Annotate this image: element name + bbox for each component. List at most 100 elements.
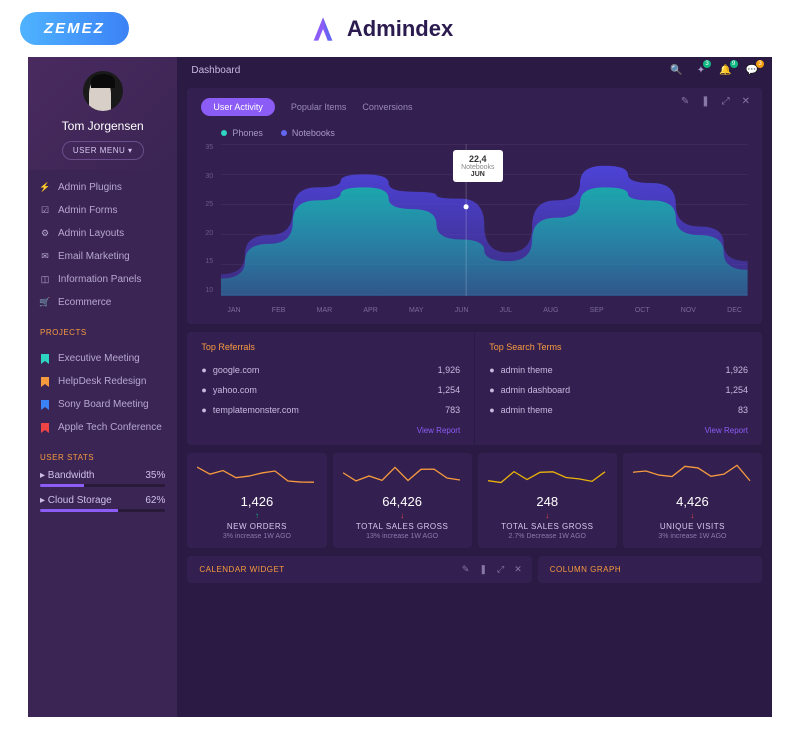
project-sony-board-meeting[interactable]: Sony Board Meeting: [28, 393, 177, 416]
sidebar-item-label: Admin Forms: [58, 205, 117, 216]
y-tick: 10: [205, 287, 213, 294]
stat-cloud-storage: ▸ Cloud Storage62%: [28, 491, 177, 516]
drop-icon[interactable]: ❚: [701, 96, 709, 107]
referrals-title: Top Referrals: [201, 342, 460, 352]
list-item[interactable]: ●google.com1,926: [201, 360, 460, 380]
stat-label: UNIQUE VISITS: [633, 522, 752, 531]
trend-arrow-icon: ↑: [197, 511, 316, 520]
x-tick: OCT: [635, 307, 650, 314]
trend-arrow-icon: ↓: [488, 511, 607, 520]
userstats-heading: USER STATS: [28, 445, 177, 466]
top-search-terms: Top Search Terms ●admin theme1,926●admin…: [474, 332, 762, 445]
brand-bar: ZEMEZ Admindex: [0, 0, 800, 57]
close-icon[interactable]: ✕: [514, 564, 522, 575]
close-icon[interactable]: ✕: [742, 96, 750, 107]
sidebar-item-email-marketing[interactable]: ✉ Email Marketing: [28, 245, 177, 268]
bookmark-icon: [40, 400, 50, 410]
stat-value: 248: [488, 494, 607, 509]
sidebar-item-label: Email Marketing: [58, 251, 130, 262]
badge: 3: [756, 60, 764, 68]
stat-label: ▸ Bandwidth: [40, 470, 95, 481]
stat-card-total-sales-gross[interactable]: 248 ↓ TOTAL SALES GROSS 2.7% Decrease 1W…: [478, 453, 617, 548]
sidebar-item-admin-plugins[interactable]: ⚡ Admin Plugins: [28, 176, 177, 199]
tab-conversions[interactable]: Conversions: [362, 102, 412, 112]
sidebar-item-label: Information Panels: [58, 274, 141, 285]
project-label: Executive Meeting: [58, 353, 140, 364]
sidebar-item-admin-forms[interactable]: ☑ Admin Forms: [28, 199, 177, 222]
y-tick: 30: [205, 173, 213, 180]
list-item[interactable]: ●admin dashboard1,254: [489, 380, 748, 400]
nav-projects: Executive Meeting HelpDesk Redesign Sony B…: [28, 341, 177, 445]
list-item[interactable]: ●admin theme1,926: [489, 360, 748, 380]
badge: 3: [703, 60, 711, 68]
x-tick: FEB: [272, 307, 286, 314]
project-helpdesk-redesign[interactable]: HelpDesk Redesign: [28, 370, 177, 393]
bolt-icon: ⚡: [40, 183, 50, 193]
calendar-widget-card: CALENDAR WIDGET ✎ ❚ ⤢ ✕: [187, 556, 531, 583]
tab-popular-items[interactable]: Popular Items: [291, 102, 347, 112]
x-tick: AUG: [543, 307, 558, 314]
stat-card-unique-visits[interactable]: 4,426 ↓ UNIQUE VISITS 3% increase 1W AGO: [623, 453, 762, 548]
project-label: Sony Board Meeting: [58, 399, 149, 410]
x-tick: SEP: [590, 307, 604, 314]
calendar-title: CALENDAR WIDGET: [199, 565, 284, 574]
main-area: Dashboard 🔍 ✦3 🔔9 💬3 User Activity Popular I…: [177, 57, 772, 717]
list-item[interactable]: ●admin theme83: [489, 400, 748, 420]
column-graph-card: COLUMN GRAPH: [538, 556, 762, 583]
user-menu-button[interactable]: USER MENU ▾: [62, 141, 144, 160]
searchterms-view-report[interactable]: View Report: [489, 426, 748, 435]
chart-tabs: User Activity Popular Items Conversions: [201, 98, 748, 116]
list-item[interactable]: ●templatemonster.com783: [201, 400, 460, 420]
sparkline: [488, 461, 607, 487]
gear-icon: ⚙: [40, 229, 50, 239]
bell-icon[interactable]: 🔔9: [719, 65, 731, 76]
sidebar-item-ecommerce[interactable]: 🛒Ecommerce: [28, 291, 177, 314]
sidebar-item-admin-layouts[interactable]: ⚙Admin Layouts: [28, 222, 177, 245]
y-tick: 35: [205, 144, 213, 151]
referrals-view-report[interactable]: View Report: [201, 426, 460, 435]
stat-pct: 62%: [145, 495, 165, 506]
y-tick: 15: [205, 258, 213, 265]
bars-icon: ◫: [40, 275, 50, 285]
project-apple-tech-conference[interactable]: Apple Tech Conference: [28, 416, 177, 439]
y-tick: 20: [205, 230, 213, 237]
list-item[interactable]: ●yahoo.com1,254: [201, 380, 460, 400]
check-icon: ☑: [40, 206, 50, 216]
project-executive-meeting[interactable]: Executive Meeting: [28, 347, 177, 370]
admindex-brand: Admindex: [309, 15, 453, 43]
expand-icon[interactable]: ⤢: [497, 564, 504, 575]
bookmark-icon: [40, 354, 50, 364]
sidebar-item-information-panels[interactable]: ◫ Information Panels: [28, 268, 177, 291]
profile-block: Tom Jorgensen USER MENU ▾: [28, 57, 177, 170]
stat-label: NEW ORDERS: [197, 522, 316, 531]
wand-icon[interactable]: ✦3: [697, 65, 705, 76]
edit-icon[interactable]: ✎: [462, 564, 470, 575]
stat-value: 1,426: [197, 494, 316, 509]
chat-icon[interactable]: 💬3: [746, 65, 758, 76]
legend-phones: Phones: [221, 128, 263, 138]
stat-sub: 2.7% Decrease 1W AGO: [488, 533, 607, 540]
mail-icon: ✉: [40, 252, 50, 262]
page-title: Dashboard: [191, 65, 240, 76]
sparkline: [197, 461, 316, 487]
chart-tooltip: 22,4 Notebooks JUN: [453, 150, 502, 182]
drop-icon[interactable]: ❚: [479, 564, 487, 575]
sidebar-item-label: Ecommerce: [58, 297, 111, 308]
y-tick: 25: [205, 201, 213, 208]
dashboard-window: Tom Jorgensen USER MENU ▾ ⚡ Admin Plugins…: [28, 57, 772, 717]
expand-icon[interactable]: ⤢: [722, 96, 730, 107]
stat-card-new-orders[interactable]: 1,426 ↑ NEW ORDERS 3% increase 1W AGO: [187, 453, 326, 548]
edit-icon[interactable]: ✎: [681, 96, 689, 107]
trend-arrow-icon: ↓: [633, 511, 752, 520]
stat-card-total-sales-gross[interactable]: 64,426 ↓ TOTAL SALES GROSS 13% increase …: [333, 453, 472, 548]
sidebar-item-label: Admin Plugins: [58, 182, 122, 193]
avatar[interactable]: [83, 71, 123, 111]
x-tick: MAR: [317, 307, 333, 314]
tab-user-activity[interactable]: User Activity: [201, 98, 275, 116]
x-tick: DEC: [727, 307, 742, 314]
stat-bandwidth: ▸ Bandwidth35%: [28, 466, 177, 491]
project-label: Apple Tech Conference: [58, 422, 162, 433]
topbar: Dashboard 🔍 ✦3 🔔9 💬3: [177, 57, 772, 84]
sidebar: Tom Jorgensen USER MENU ▾ ⚡ Admin Plugins…: [28, 57, 177, 717]
search-icon[interactable]: 🔍: [670, 65, 682, 76]
